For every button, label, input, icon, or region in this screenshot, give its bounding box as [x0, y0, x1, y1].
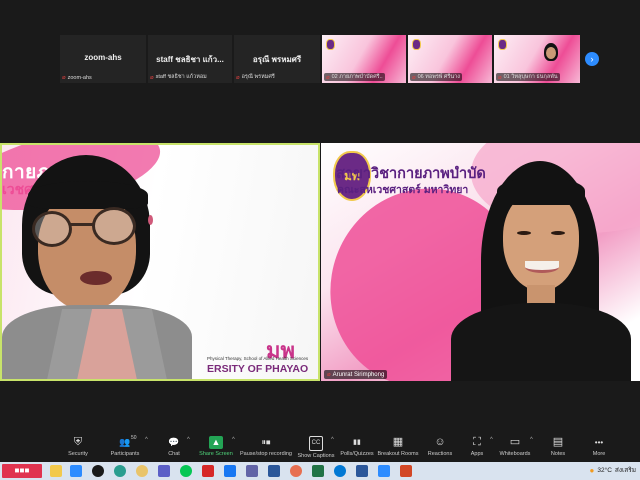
muted-mic-icon: ⌀ — [62, 75, 66, 81]
weather-temperature: 32°C — [597, 466, 612, 474]
department-text: Physical Therapy, School of Allied Healt… — [207, 356, 309, 361]
participant-thumbnail-strip: zoom-ahs ⌀ zoom-ahs staff ชลธิชา แก้ว... … — [60, 35, 580, 83]
participant-face — [546, 47, 556, 59]
teams-icon[interactable] — [246, 465, 258, 477]
thumbnail-video-5[interactable]: ⌀ 06 ทอพรพ์ ศรีนาง — [408, 35, 492, 83]
more-icon: ••• — [594, 438, 604, 447]
app-icon[interactable] — [158, 465, 170, 477]
thumbnail-title: zoom-ahs — [84, 53, 122, 62]
thumbnail-title: staff ชลธิชา แก้ว... — [156, 55, 224, 64]
whiteboards-label: Whiteboards — [499, 451, 531, 457]
polls-label: Polls/Quizzes — [340, 451, 374, 457]
next-page-arrow-icon[interactable]: › — [585, 52, 599, 66]
thumbnail-label: ⌀ staff ชลธิชา แก้วหอม — [150, 74, 207, 81]
thumbnail-zoom-ahs[interactable]: zoom-ahs ⌀ zoom-ahs — [60, 35, 146, 83]
chrome-icon[interactable] — [290, 465, 302, 477]
share-screen-label: Share Screen — [199, 451, 233, 457]
pause-stop-icon: ⏸⏹ — [261, 437, 271, 447]
zoom-meeting-window: zoom-ahs ⌀ zoom-ahs staff ชลธิชา แก้ว... … — [0, 0, 640, 480]
participant-count: 50 — [131, 435, 137, 441]
thumbnail-title: อรุณี พรหมศรี — [252, 55, 302, 64]
thumbnail-label: ⌀ 06 ทอพรพ์ ศรีนาง — [410, 73, 462, 81]
chat-icon: 💬 — [168, 437, 180, 447]
breakout-label: Breakout Rooms — [377, 451, 419, 457]
powerpoint-icon[interactable] — [400, 465, 412, 477]
participants-label: Participants — [110, 451, 140, 457]
thumbnail-arunee[interactable]: อรุณี พรหมศรี ⌀ อรุณี พรหมศรี — [234, 35, 320, 83]
smiley-icon: ☺ — [434, 436, 446, 448]
tray-text: ส่งเสริม — [614, 467, 636, 474]
video-tile-participant[interactable]: มพ สาขาวิชากายภาพบำบัด คณะสหเวชศาสตร์ มห… — [321, 143, 640, 381]
edge-icon[interactable] — [114, 465, 126, 477]
university-name: ERSITY OF PHAYAO — [207, 363, 309, 375]
messenger-icon[interactable] — [224, 465, 236, 477]
thumbnail-video-4[interactable]: ⌀ 02 ภายภาพบำบัดศรี.. — [322, 35, 406, 83]
reactions-label: Reactions — [427, 451, 453, 457]
thumbnail-label: ⌀ อรุณี พรหมศรี — [236, 74, 275, 81]
participant-name-tag: ⌀ Arunrat Sirimphong — [324, 370, 388, 379]
thumbnail-staff[interactable]: staff ชลธิชา แก้ว... ⌀ staff ชลธิชา แก้วห… — [148, 35, 232, 83]
excel-icon[interactable] — [312, 465, 324, 477]
mail-icon[interactable] — [70, 465, 82, 477]
muted-mic-icon: ⌀ — [498, 74, 502, 81]
muted-mic-icon: ⌀ — [412, 74, 416, 81]
system-tray: ● 32°C ส่งเสริม — [590, 465, 636, 475]
os-taskbar: ◼◼◼ ● 32°C ส่งเสริม — [0, 462, 640, 480]
share-screen-icon: ▲ — [208, 436, 224, 449]
pause-stop-recording-button[interactable]: ⏸⏹ Pause/stop recording — [240, 436, 292, 457]
app-icon[interactable] — [202, 465, 214, 477]
grid-icon: ▦ — [392, 436, 404, 448]
seal-icon — [326, 39, 335, 50]
seal-icon — [412, 39, 421, 50]
security-button[interactable]: ⛨ Security — [52, 436, 104, 457]
seal-icon — [498, 39, 507, 50]
line-icon[interactable] — [180, 465, 192, 477]
start-button[interactable]: ◼◼◼ — [2, 464, 42, 478]
word-icon[interactable] — [268, 465, 280, 477]
people-icon: 👥 — [119, 437, 131, 447]
captions-label: Show Captions — [297, 453, 335, 459]
edge-icon[interactable] — [334, 465, 346, 477]
thumbnail-label: ⌀ 01 วิทลุบุษกา ธนกุลพัน — [496, 73, 560, 81]
chrome-icon[interactable] — [136, 465, 148, 477]
slide-subtitle: คณะสหเวชศาสตร์ มหาวิทยา — [337, 184, 469, 196]
more-label: More — [592, 451, 606, 457]
security-label: Security — [68, 451, 88, 457]
muted-mic-icon: ⌀ — [326, 74, 330, 81]
thumbnail-label: ⌀ zoom-ahs — [62, 74, 92, 82]
recording-label: Pause/stop recording — [240, 451, 292, 457]
more-button[interactable]: ••• More — [573, 436, 625, 457]
notes-icon: ▤ — [552, 436, 564, 448]
file-explorer-icon[interactable] — [50, 465, 62, 477]
apps-icon: ⛶ — [473, 436, 481, 448]
whiteboard-icon: ▭ — [509, 436, 521, 448]
muted-mic-icon: ⌀ — [150, 74, 154, 81]
share-caret-icon[interactable]: ^ — [232, 437, 235, 443]
meeting-controls-toolbar: ⛨ Security 👥 50 Participants ^ 💬 Chat ^ … — [0, 435, 640, 462]
weather-sun-icon: ● — [589, 465, 595, 475]
notes-label: Notes — [550, 451, 566, 457]
thumbnail-label: ⌀ 02 ภายภาพบำบัดศรี.. — [324, 73, 385, 81]
bar-chart-icon: ▮▮ — [353, 439, 361, 446]
chat-label: Chat — [168, 451, 180, 457]
cc-icon: CC — [308, 436, 324, 451]
participants-button[interactable]: 👥 50 Participants — [99, 435, 151, 457]
apps-label: Apps — [470, 451, 484, 457]
app-icon[interactable] — [92, 465, 104, 477]
shield-icon: ⛨ — [73, 436, 83, 448]
word-icon[interactable] — [356, 465, 368, 477]
muted-mic-icon: ⌀ — [327, 372, 331, 378]
zoom-icon[interactable] — [378, 465, 390, 477]
muted-mic-icon: ⌀ — [236, 74, 240, 81]
thumbnail-video-6[interactable]: ⌀ 01 วิทลุบุษกา ธนกุลพัน — [494, 35, 580, 83]
video-tile-active-speaker[interactable]: กายภา เวชศาสต มพ Physical Therapy, Schoo… — [0, 143, 320, 381]
